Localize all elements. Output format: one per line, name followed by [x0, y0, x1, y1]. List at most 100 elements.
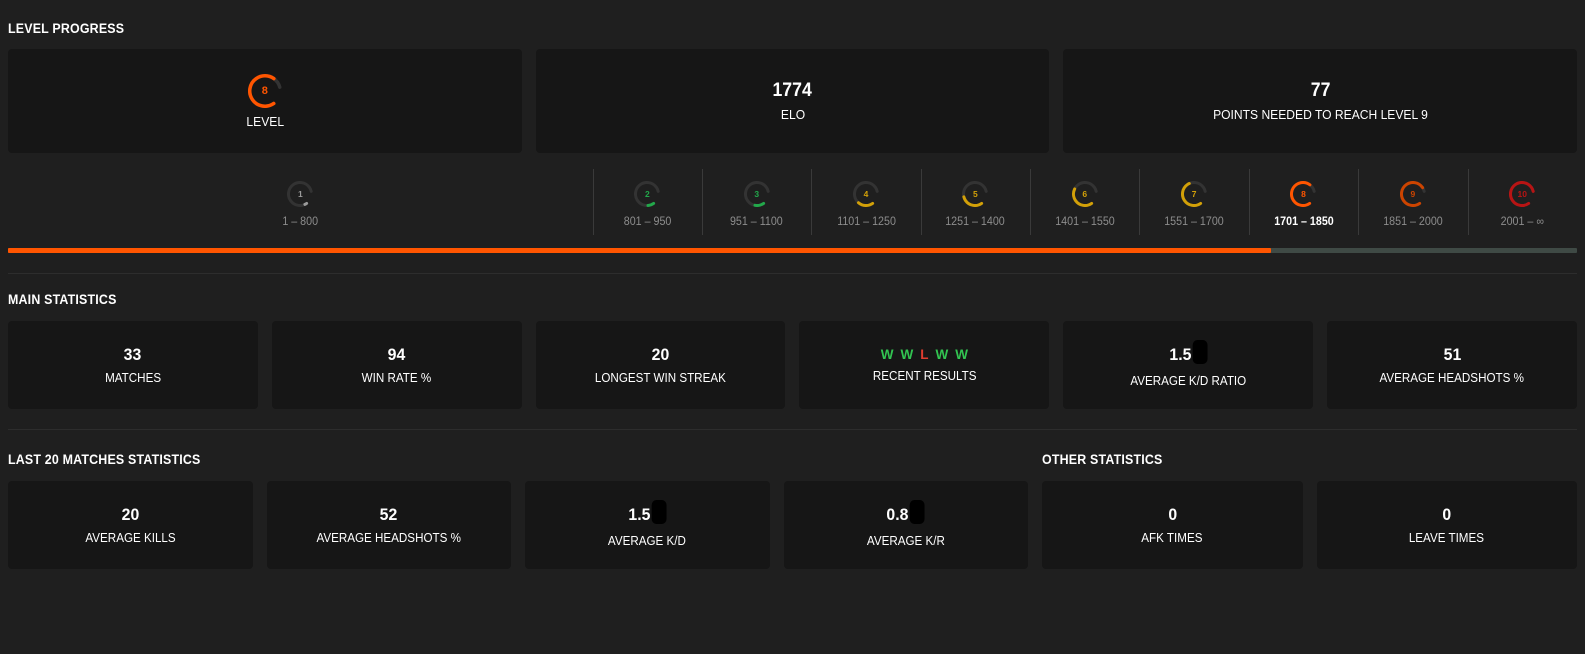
stat-value: 20 — [651, 344, 670, 364]
level-range-label: 1251 – 1400 — [945, 216, 1006, 228]
stat-card: 20 AVERAGE KILLS — [8, 481, 253, 569]
stat-value: 20 — [121, 504, 140, 524]
level-summary-card: 77 POINTS NEEDED TO REACH LEVEL 9 — [1063, 49, 1578, 153]
stat-value-wrapper: 0 — [1442, 505, 1451, 525]
stat-value: 1.5 — [628, 504, 651, 524]
level-range-label: 951 – 1100 — [730, 216, 784, 228]
stat-value: 1.5 — [1169, 344, 1192, 364]
level-range-label: 1101 – 1250 — [836, 216, 896, 228]
level-summary-label: POINTS NEEDED TO REACH LEVEL 9 — [1212, 107, 1428, 123]
recent-result-loss: L — [920, 347, 929, 362]
level-badge-number: 2 — [644, 189, 650, 199]
stat-label: AVERAGE HEADSHOTS % — [1379, 371, 1525, 386]
level-badge-icon-7: 7 — [1181, 181, 1208, 207]
level-range-label: 1701 – 1850 — [1273, 216, 1334, 228]
redaction-overlay — [651, 499, 667, 524]
other-cards: 0 AFK TIMES 0 LEAVE TIMES — [1042, 481, 1577, 569]
stat-value-wrapper: 0.8 — [887, 499, 925, 527]
level-badge-icon: 8 — [247, 73, 282, 108]
level-range-label: 1401 – 1550 — [1055, 216, 1115, 228]
level-segment-6[interactable]: 6 1401 – 1550 — [1030, 169, 1139, 241]
level-range-label: 1 – 800 — [282, 216, 319, 228]
level-progress-fill — [8, 248, 1272, 253]
stat-value: 51 — [1443, 344, 1461, 364]
divider-1 — [8, 273, 1577, 274]
level-badge-number: 10 — [1517, 189, 1527, 199]
level-summary-value: 77 — [1310, 79, 1331, 101]
recent-results: WWLWW — [881, 347, 968, 362]
level-badge-number: 6 — [1082, 189, 1088, 199]
stat-value-wrapper: 52 — [380, 505, 398, 525]
level-badge-icon-3: 3 — [743, 181, 770, 207]
stat-value-wrapper: 33 — [124, 345, 142, 365]
level-segment-4[interactable]: 4 1101 – 1250 — [811, 169, 920, 241]
level-segment-9[interactable]: 9 1851 – 2000 — [1358, 169, 1467, 241]
stat-value: 0 — [1442, 504, 1452, 524]
level-range-label: 1851 – 2000 — [1383, 216, 1443, 228]
level-summary-label: LEVEL — [246, 113, 284, 129]
section-title-main-statistics: MAIN STATISTICS — [8, 292, 117, 307]
stat-value: 33 — [124, 344, 142, 364]
recent-result-win: W — [880, 347, 894, 362]
level-badge-icon-8: 8 — [1290, 181, 1317, 207]
stat-label: AFK TIMES — [1141, 531, 1203, 546]
level-badge-icon-2: 2 — [634, 181, 661, 207]
stat-card: 51 AVERAGE HEADSHOTS % — [1327, 321, 1577, 409]
stat-value-wrapper: 1.5 — [1169, 339, 1208, 367]
recent-result-win: W — [955, 347, 969, 362]
stat-card: 33 MATCHES — [8, 321, 258, 409]
level-segment-8[interactable]: 8 1701 – 1850 — [1248, 169, 1358, 241]
divider-2 — [8, 429, 1577, 430]
level-range-label: 2001 – ∞ — [1500, 216, 1544, 228]
level-segment-5[interactable]: 5 1251 – 1400 — [920, 169, 1030, 241]
stat-label: LONGEST WIN STREAK — [595, 371, 727, 386]
stat-value-wrapper: 20 — [652, 345, 670, 365]
level-badge-icon-10: 10 — [1509, 181, 1536, 207]
level-progress-track — [8, 248, 1577, 253]
level-segment-10[interactable]: 10 2001 – ∞ — [1467, 169, 1577, 241]
level-badge-icon-5: 5 — [962, 181, 989, 207]
section-title-level-progress: LEVEL PROGRESS — [8, 21, 125, 36]
stat-card: 1.5 AVERAGE K/D RATIO — [1063, 321, 1314, 409]
stat-label: LEAVE TIMES — [1409, 531, 1485, 546]
stat-value-wrapper: 94 — [388, 345, 406, 365]
level-segment-7[interactable]: 7 1551 – 1700 — [1139, 169, 1248, 241]
level-segment-2[interactable]: 2 801 – 950 — [592, 169, 702, 241]
bottom-statistics-row: 20 AVERAGE KILLS 52 AVERAGE HEADSHOTS % 1.… — [8, 481, 1577, 569]
stat-card: 1.5 AVERAGE K/D — [525, 481, 770, 569]
last-20-cards: 20 AVERAGE KILLS 52 AVERAGE HEADSHOTS % 1.… — [8, 481, 1028, 569]
level-badge-number: 3 — [754, 189, 760, 199]
stat-value-wrapper: 1.5 — [628, 499, 667, 527]
stat-card: W W L W W RECENT RESULTS — [799, 321, 1050, 409]
stat-label: AVERAGE K/R — [866, 533, 945, 548]
stat-label: AVERAGE K/D RATIO — [1130, 373, 1247, 388]
level-segment-1[interactable]: 1 1 – 800 — [8, 169, 593, 241]
level-summary-card: 8 LEVEL — [8, 49, 522, 153]
level-badge-number: 5 — [973, 189, 978, 199]
section-title-other: OTHER STATISTICS — [1042, 452, 1163, 467]
stat-label: AVERAGE K/D — [608, 533, 687, 548]
stat-value: 0 — [1167, 504, 1177, 524]
level-badge-icon-1: 1 — [287, 181, 314, 207]
level-summary-cards: 8 LEVEL 1774 ELO 77 POINTS NEEDED TO REACH… — [8, 49, 1578, 153]
level-badge-number: 4 — [863, 189, 869, 199]
stat-value-wrapper: 20 — [121, 505, 139, 525]
level-badge-number: 1 — [297, 189, 303, 199]
stats-page: LEVEL PROGRESS 8 LEVEL 1 77 4 ELO 77 POINTS … — [0, 21, 1585, 654]
level-badge-number: 8 — [261, 84, 268, 97]
stat-card: 0 LEAVE TIMES — [1316, 481, 1577, 569]
stat-label: WIN RATE % — [361, 371, 432, 386]
stat-label: MATCHES — [104, 371, 161, 386]
stat-value-wrapper: 0 — [1168, 505, 1177, 525]
redaction-overlay — [1192, 339, 1208, 364]
section-title-last-20: LAST 20 MATCHES STATISTICS — [8, 452, 201, 467]
level-summary-label: ELO — [780, 107, 805, 123]
level-progress-strip: 1 1 – 800 2 801 – 950 3 951 – 1100 4 110… — [8, 169, 1577, 253]
recent-result-win: W — [935, 347, 949, 362]
stat-card: 20 LONGEST WIN STREAK — [535, 321, 786, 409]
recent-result-win: W — [900, 347, 914, 362]
level-badge-icon-6: 6 — [1071, 181, 1098, 207]
level-segment-3[interactable]: 3 951 – 1100 — [702, 169, 811, 241]
level-range-label: 801 – 950 — [623, 216, 672, 228]
level-badge-icon-4: 4 — [853, 181, 880, 207]
